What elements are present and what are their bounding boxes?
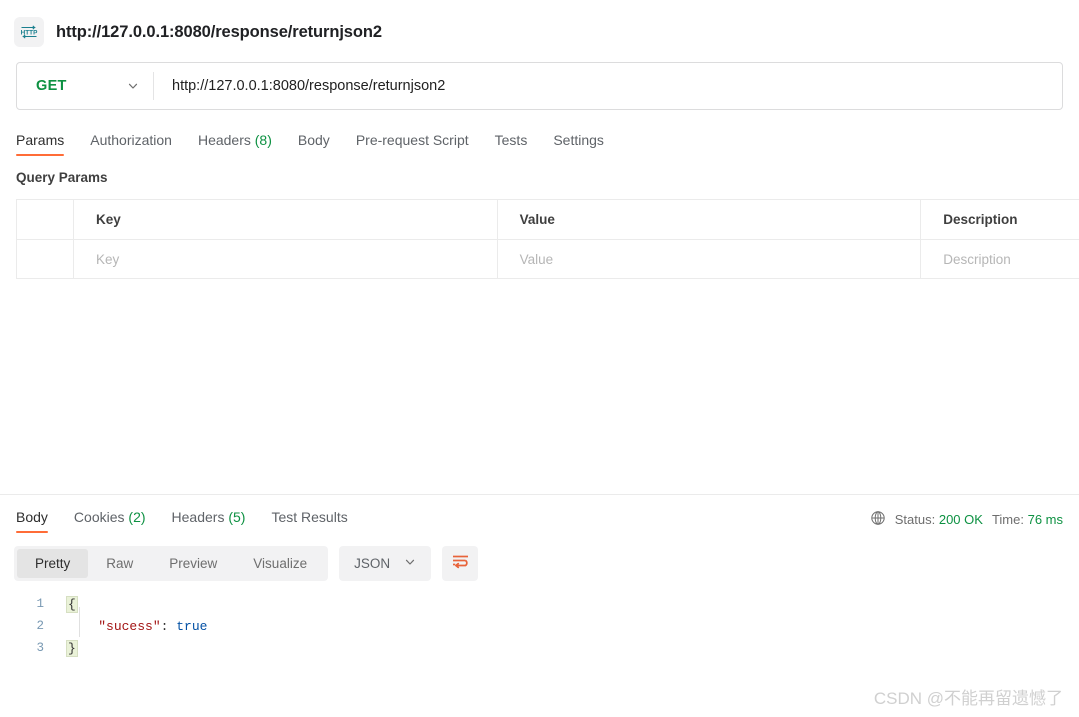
tab-headers-label: Headers xyxy=(198,132,251,148)
tab-params[interactable]: Params xyxy=(16,132,77,156)
code-line-content: "sucess": true xyxy=(52,619,207,634)
view-mode-visualize[interactable]: Visualize xyxy=(235,549,325,578)
globe-icon xyxy=(870,510,886,529)
response-tab-test-results[interactable]: Test Results xyxy=(258,509,360,533)
query-params-table: Key Value Description Key Value Descript… xyxy=(16,199,1079,279)
response-view-mode-group: Pretty Raw Preview Visualize xyxy=(14,546,328,581)
time-label: Time: xyxy=(992,512,1024,527)
response-tab-body-label: Body xyxy=(16,509,48,525)
select-all-column-header xyxy=(17,200,74,239)
code-line-content: } xyxy=(52,641,78,656)
row-checkbox[interactable] xyxy=(17,240,74,278)
chevron-down-icon xyxy=(127,80,139,92)
response-tab-headers[interactable]: Headers (5) xyxy=(159,509,259,533)
json-close-brace: } xyxy=(66,640,78,657)
response-format-toolbar: Pretty Raw Preview Visualize JSON xyxy=(0,533,1079,581)
tab-params-label: Params xyxy=(16,132,64,148)
status-value: 200 OK xyxy=(939,512,983,527)
code-line-content: { xyxy=(52,597,78,612)
response-format-label: JSON xyxy=(354,556,390,571)
code-fold-guide xyxy=(79,607,80,637)
request-url-input[interactable]: http://127.0.0.1:8080/response/returnjso… xyxy=(154,63,1062,109)
tab-tests-label: Tests xyxy=(495,132,528,148)
time-value: 76 ms xyxy=(1028,512,1063,527)
http-method-label: GET xyxy=(36,78,67,94)
tab-headers[interactable]: Headers (8) xyxy=(185,132,285,156)
json-open-brace: { xyxy=(66,596,78,613)
response-tab-body[interactable]: Body xyxy=(16,509,61,533)
json-colon: : xyxy=(161,619,177,634)
request-tab-bar: Params Authorization Headers (8) Body Pr… xyxy=(0,110,1079,156)
column-header-description: Description xyxy=(921,200,1079,239)
tab-pre-request-script-label: Pre-request Script xyxy=(356,132,469,148)
code-line: 3 } xyxy=(0,637,1079,659)
http-protocol-icon: HTTP xyxy=(14,17,44,47)
page-title: http://127.0.0.1:8080/response/returnjso… xyxy=(56,23,382,42)
tab-body-label: Body xyxy=(298,132,330,148)
view-mode-pretty[interactable]: Pretty xyxy=(17,549,88,578)
response-format-selector[interactable]: JSON xyxy=(339,546,431,581)
response-meta: Status: 200 OK Time: 76 ms xyxy=(870,510,1063,529)
word-wrap-button[interactable] xyxy=(442,546,478,581)
code-line: 2 "sucess": true xyxy=(0,615,1079,637)
tab-settings[interactable]: Settings xyxy=(540,132,617,156)
response-tab-cookies-count: (2) xyxy=(128,509,145,525)
status-badge[interactable]: Status: 200 OK xyxy=(895,512,983,527)
json-key: "sucess" xyxy=(98,619,160,634)
response-tab-headers-count: (5) xyxy=(228,509,245,525)
view-mode-raw[interactable]: Raw xyxy=(88,549,151,578)
param-description-input[interactable]: Description xyxy=(921,240,1079,278)
query-params-title: Query Params xyxy=(0,156,1079,185)
response-tab-test-results-label: Test Results xyxy=(271,509,347,525)
view-mode-preview[interactable]: Preview xyxy=(151,549,235,578)
svg-text:HTTP: HTTP xyxy=(21,30,38,37)
watermark: CSDN @不能再留遗憾了 xyxy=(874,684,1063,709)
response-body-code[interactable]: 1 { 2 "sucess": true 3 } xyxy=(0,593,1079,659)
table-header-row: Key Value Description xyxy=(17,200,1079,239)
status-label: Status: xyxy=(895,512,935,527)
param-key-input[interactable]: Key xyxy=(74,240,498,278)
tab-authorization-label: Authorization xyxy=(90,132,172,148)
tab-body[interactable]: Body xyxy=(285,132,343,156)
code-line: 1 { xyxy=(0,593,1079,615)
tab-tests[interactable]: Tests xyxy=(482,132,541,156)
param-value-input[interactable]: Value xyxy=(498,240,922,278)
column-header-value: Value xyxy=(498,200,922,239)
chevron-down-icon xyxy=(404,556,416,571)
word-wrap-icon xyxy=(451,553,470,574)
json-value: true xyxy=(176,619,207,634)
response-tab-bar: Body Cookies (2) Headers (5) Test Result… xyxy=(0,495,1079,533)
tab-settings-label: Settings xyxy=(553,132,604,148)
line-number: 3 xyxy=(0,641,52,655)
table-row[interactable]: Key Value Description xyxy=(17,239,1079,278)
response-tab-headers-label: Headers xyxy=(172,509,225,525)
tab-headers-count: (8) xyxy=(255,132,272,148)
response-tab-cookies[interactable]: Cookies (2) xyxy=(61,509,159,533)
http-method-selector[interactable]: GET xyxy=(17,63,153,109)
request-url-bar: GET http://127.0.0.1:8080/response/retur… xyxy=(16,62,1063,110)
window-title-bar: HTTP http://127.0.0.1:8080/response/retu… xyxy=(0,0,1079,52)
column-header-key: Key xyxy=(74,200,498,239)
time-badge[interactable]: Time: 76 ms xyxy=(992,512,1063,527)
response-tab-cookies-label: Cookies xyxy=(74,509,125,525)
tab-pre-request-script[interactable]: Pre-request Script xyxy=(343,132,482,156)
tab-authorization[interactable]: Authorization xyxy=(77,132,185,156)
line-number: 1 xyxy=(0,597,52,611)
line-number: 2 xyxy=(0,619,52,633)
